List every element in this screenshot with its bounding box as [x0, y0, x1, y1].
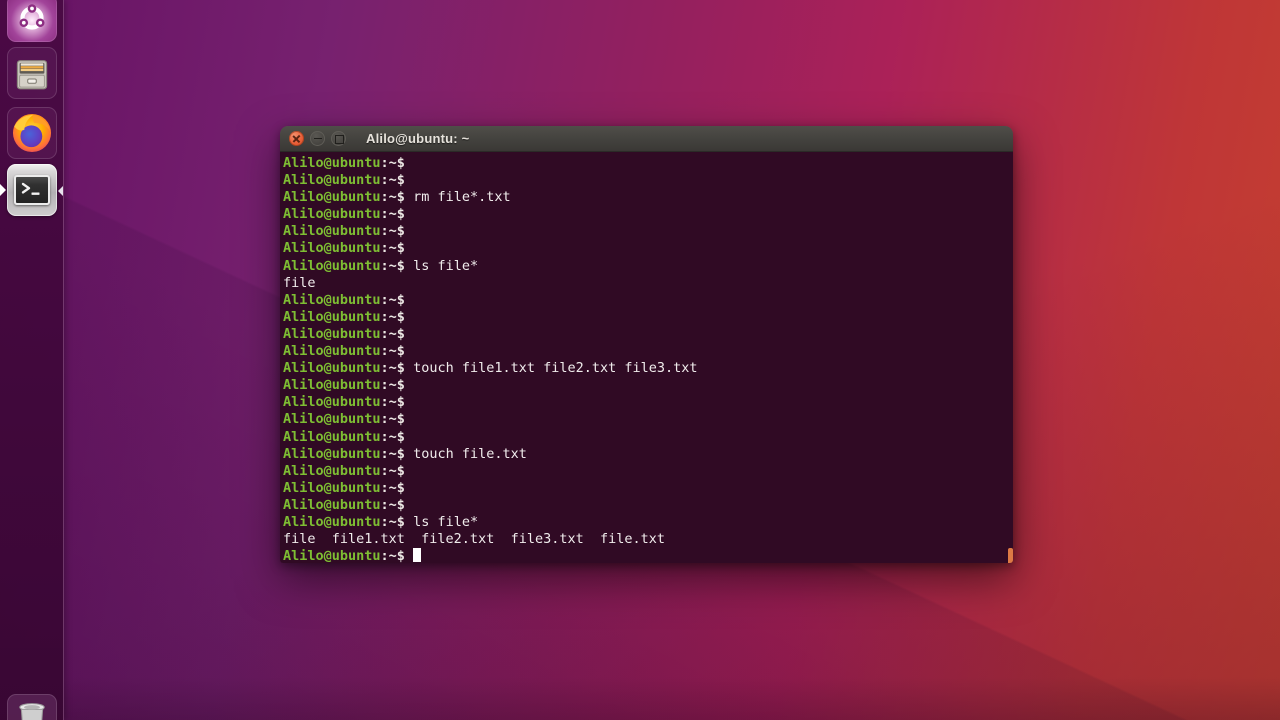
prompt-user-host: Alilo@ubuntu	[283, 325, 381, 342]
prompt-symbol: :~$	[380, 377, 414, 394]
prompt-symbol: :~$	[380, 445, 414, 462]
terminal-prompt-line: Alilo@ubuntu:~$	[283, 240, 1013, 257]
prompt-symbol: :~$	[380, 189, 414, 206]
prompt-symbol: :~$	[380, 496, 414, 513]
prompt-user-host: Alilo@ubuntu	[283, 206, 381, 223]
launcher-item-trash[interactable]	[7, 694, 57, 720]
terminal-prompt-line: Alilo@ubuntu:~$	[283, 343, 1013, 360]
prompt-user-host: Alilo@ubuntu	[283, 240, 381, 257]
prompt-symbol: :~$	[380, 513, 414, 530]
terminal-prompt-line: Alilo@ubuntu:~$	[283, 548, 1013, 563]
terminal-body[interactable]: Alilo@ubuntu:~$ Alilo@ubuntu:~$ Alilo@ub…	[280, 152, 1013, 563]
prompt-user-host: Alilo@ubuntu	[283, 155, 381, 171]
prompt-user-host: Alilo@ubuntu	[283, 428, 381, 445]
firefox-icon	[12, 113, 52, 153]
prompt-user-host: Alilo@ubuntu	[283, 189, 381, 206]
terminal-prompt-line: Alilo@ubuntu:~$	[283, 497, 1013, 514]
command-text: ls file*	[413, 513, 479, 530]
terminal-prompt-line: Alilo@ubuntu:~$	[283, 206, 1013, 223]
prompt-symbol: :~$	[380, 206, 414, 223]
terminal-prompt-line: Alilo@ubuntu:~$	[283, 172, 1013, 189]
prompt-symbol: :~$	[380, 257, 414, 274]
prompt-symbol: :~$	[380, 223, 414, 240]
close-button[interactable]	[289, 131, 304, 146]
focused-indicator-arrow-icon	[58, 186, 63, 196]
prompt-user-host: Alilo@ubuntu	[283, 479, 381, 496]
command-text: rm file*.txt	[413, 189, 511, 206]
terminal-prompt-line: Alilo@ubuntu:~$	[283, 292, 1013, 309]
prompt-user-host: Alilo@ubuntu	[283, 394, 381, 411]
terminal-prompt-line: Alilo@ubuntu:~$ touch file.txt	[283, 446, 1013, 463]
prompt-symbol: :~$	[380, 394, 414, 411]
terminal-prompt-line: Alilo@ubuntu:~$	[283, 394, 1013, 411]
prompt-symbol: :~$	[380, 360, 414, 377]
terminal-prompt-line: Alilo@ubuntu:~$	[283, 411, 1013, 428]
terminal-prompt-line: Alilo@ubuntu:~$	[283, 463, 1013, 480]
terminal-output-line: file file1.txt file2.txt file3.txt file.…	[283, 531, 1013, 548]
terminal-prompt-line: Alilo@ubuntu:~$	[283, 326, 1013, 343]
terminal-prompt-line: Alilo@ubuntu:~$	[283, 309, 1013, 326]
command-text: touch file.txt	[413, 445, 527, 462]
prompt-symbol: :~$	[380, 240, 414, 257]
terminal-prompt-line: Alilo@ubuntu:~$	[283, 377, 1013, 394]
prompt-user-host: Alilo@ubuntu	[283, 223, 381, 240]
desktop: Alilo@ubuntu: ~ Alilo@ubuntu:~$ Alilo@ub…	[0, 0, 1280, 720]
prompt-symbol: :~$	[380, 291, 414, 308]
prompt-symbol: :~$	[380, 548, 414, 563]
terminal-prompt-line: Alilo@ubuntu:~$ ls file*	[283, 258, 1013, 275]
scrollbar-thumb[interactable]	[1008, 548, 1013, 563]
terminal-icon	[14, 175, 50, 205]
prompt-user-host: Alilo@ubuntu	[283, 308, 381, 325]
prompt-user-host: Alilo@ubuntu	[283, 291, 381, 308]
window-titlebar[interactable]: Alilo@ubuntu: ~	[280, 126, 1013, 152]
terminal-output-line: file	[283, 275, 1013, 292]
prompt-user-host: Alilo@ubuntu	[283, 513, 381, 530]
text-cursor	[413, 548, 422, 563]
prompt-user-host: Alilo@ubuntu	[283, 462, 381, 479]
terminal-prompt-line: Alilo@ubuntu:~$ ls file*	[283, 514, 1013, 531]
terminal-prompt-line: Alilo@ubuntu:~$	[283, 223, 1013, 240]
command-text: ls file*	[413, 257, 479, 274]
prompt-user-host: Alilo@ubuntu	[283, 172, 381, 189]
launcher-item-ubuntu[interactable]	[7, 0, 57, 42]
running-indicator-arrow-icon	[0, 184, 6, 196]
prompt-user-host: Alilo@ubuntu	[283, 445, 381, 462]
launcher-item-firefox[interactable]	[7, 107, 57, 159]
prompt-symbol: :~$	[380, 343, 414, 360]
prompt-user-host: Alilo@ubuntu	[283, 496, 381, 513]
terminal-prompt-line: Alilo@ubuntu:~$	[283, 155, 1013, 172]
minimize-button[interactable]	[310, 131, 325, 146]
terminal-prompt-line: Alilo@ubuntu:~$	[283, 480, 1013, 497]
prompt-symbol: :~$	[380, 411, 414, 428]
output-text: file	[283, 274, 316, 291]
prompt-symbol: :~$	[380, 479, 414, 496]
terminal-prompt-line: Alilo@ubuntu:~$ touch file1.txt file2.tx…	[283, 360, 1013, 377]
prompt-symbol: :~$	[380, 325, 414, 342]
prompt-symbol: :~$	[380, 428, 414, 445]
prompt-user-host: Alilo@ubuntu	[283, 377, 381, 394]
trash-icon	[19, 703, 45, 720]
maximize-button[interactable]	[331, 131, 346, 146]
ubuntu-logo-icon	[19, 4, 45, 30]
file-cabinet-icon	[16, 60, 48, 90]
launcher-item-files[interactable]	[7, 47, 57, 99]
command-text: touch file1.txt file2.txt file3.txt	[413, 360, 698, 377]
prompt-symbol: :~$	[380, 172, 414, 189]
prompt-user-host: Alilo@ubuntu	[283, 257, 381, 274]
window-title: Alilo@ubuntu: ~	[366, 131, 470, 146]
prompt-user-host: Alilo@ubuntu	[283, 411, 381, 428]
prompt-symbol: :~$	[380, 462, 414, 479]
prompt-symbol: :~$	[380, 155, 414, 171]
prompt-user-host: Alilo@ubuntu	[283, 343, 381, 360]
terminal-prompt-line: Alilo@ubuntu:~$ rm file*.txt	[283, 189, 1013, 206]
prompt-symbol: :~$	[380, 308, 414, 325]
launcher	[0, 0, 64, 720]
terminal-window: Alilo@ubuntu: ~ Alilo@ubuntu:~$ Alilo@ub…	[280, 126, 1013, 563]
terminal-lines: Alilo@ubuntu:~$ Alilo@ubuntu:~$ Alilo@ub…	[283, 155, 1013, 563]
output-text: file file1.txt file2.txt file3.txt file.…	[283, 531, 666, 548]
prompt-user-host: Alilo@ubuntu	[283, 548, 381, 563]
launcher-item-terminal[interactable]	[7, 164, 57, 216]
terminal-prompt-line: Alilo@ubuntu:~$	[283, 429, 1013, 446]
prompt-user-host: Alilo@ubuntu	[283, 360, 381, 377]
